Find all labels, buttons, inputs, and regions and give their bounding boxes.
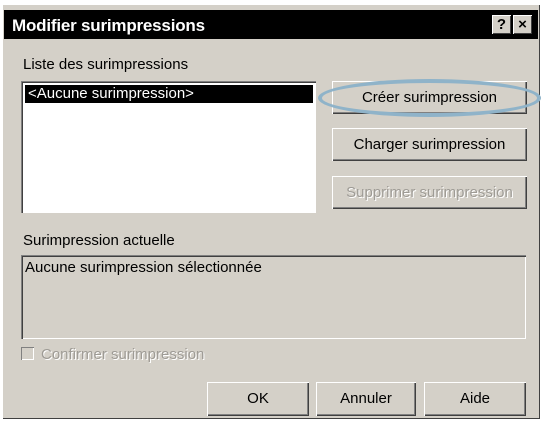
load-overlay-button[interactable]: Charger surimpression [332,128,527,161]
create-overlay-button[interactable]: Créer surimpression [332,81,527,114]
current-overlay-value: Aucune surimpression sélectionnée [25,259,262,276]
question-icon: ? [496,16,507,33]
delete-overlay-button[interactable]: Supprimer surimpression [332,176,527,209]
overlay-listbox[interactable]: <Aucune surimpression> [21,81,316,213]
confirm-overlay-label: Confirmer surimpression [41,346,205,363]
confirm-overlay-checkbox[interactable] [21,347,34,360]
close-icon: × [518,16,527,33]
overlay-list-label: Liste des surimpressions [23,56,189,73]
help-title-button[interactable]: ? [492,15,511,34]
window-title: Modifier surimpressions [12,16,205,35]
current-overlay-field: Aucune surimpression sélectionnée [21,255,526,339]
ok-button[interactable]: OK [207,382,309,416]
current-overlay-label: Surimpression actuelle [23,232,175,249]
title-bar: Modifier surimpressions ? × [4,10,538,39]
help-button[interactable]: Aide [424,382,526,416]
cancel-button[interactable]: Annuler [316,382,416,416]
list-item[interactable]: <Aucune surimpression> [25,85,313,103]
close-button[interactable]: × [513,15,532,34]
